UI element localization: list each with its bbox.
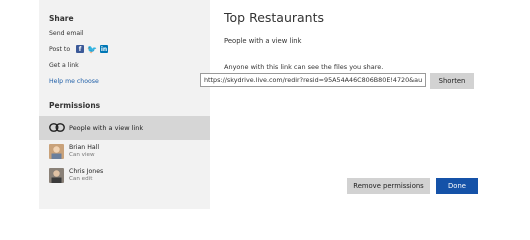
help-me-choose-link[interactable]: Help me choose bbox=[49, 78, 99, 85]
get-link-link[interactable]: Get a link bbox=[49, 62, 79, 69]
permissions-heading: Permissions bbox=[49, 101, 101, 110]
linkedin-icon[interactable]: in bbox=[100, 45, 108, 53]
twitter-icon[interactable]: 🐦 bbox=[87, 45, 97, 54]
share-url-field[interactable] bbox=[200, 73, 426, 87]
done-button[interactable]: Done bbox=[436, 178, 478, 194]
person-item[interactable]: Chris Jones Can edit bbox=[49, 168, 209, 186]
share-heading: Share bbox=[49, 14, 74, 23]
person-item[interactable]: Brian Hall Can view bbox=[49, 144, 209, 162]
permission-item-view-link[interactable]: People with a view link bbox=[39, 116, 210, 140]
panel-subtitle: People with a view link bbox=[224, 37, 302, 45]
person-name: Brian Hall bbox=[69, 144, 100, 151]
main-panel: Top Restaurants People with a view link … bbox=[200, 0, 530, 209]
send-email-link[interactable]: Send email bbox=[49, 30, 84, 37]
page-title: Top Restaurants bbox=[224, 10, 325, 25]
link-icon bbox=[49, 123, 65, 132]
sidebar: Share Send email Post to f 🐦 in Get a li… bbox=[39, 0, 210, 209]
facebook-icon[interactable]: f bbox=[76, 45, 84, 53]
remove-permissions-button[interactable]: Remove permissions bbox=[347, 178, 430, 194]
person-role: Can view bbox=[69, 152, 95, 158]
permission-label: People with a view link bbox=[69, 124, 144, 132]
link-description: Anyone with this link can see the files … bbox=[224, 63, 384, 71]
person-name: Chris Jones bbox=[69, 168, 104, 175]
avatar bbox=[49, 168, 64, 183]
social-icons: f 🐦 in bbox=[76, 45, 108, 54]
shorten-button[interactable]: Shorten bbox=[430, 73, 474, 89]
post-to-label: Post to bbox=[49, 46, 71, 53]
person-role: Can edit bbox=[69, 176, 93, 182]
avatar bbox=[49, 144, 64, 159]
